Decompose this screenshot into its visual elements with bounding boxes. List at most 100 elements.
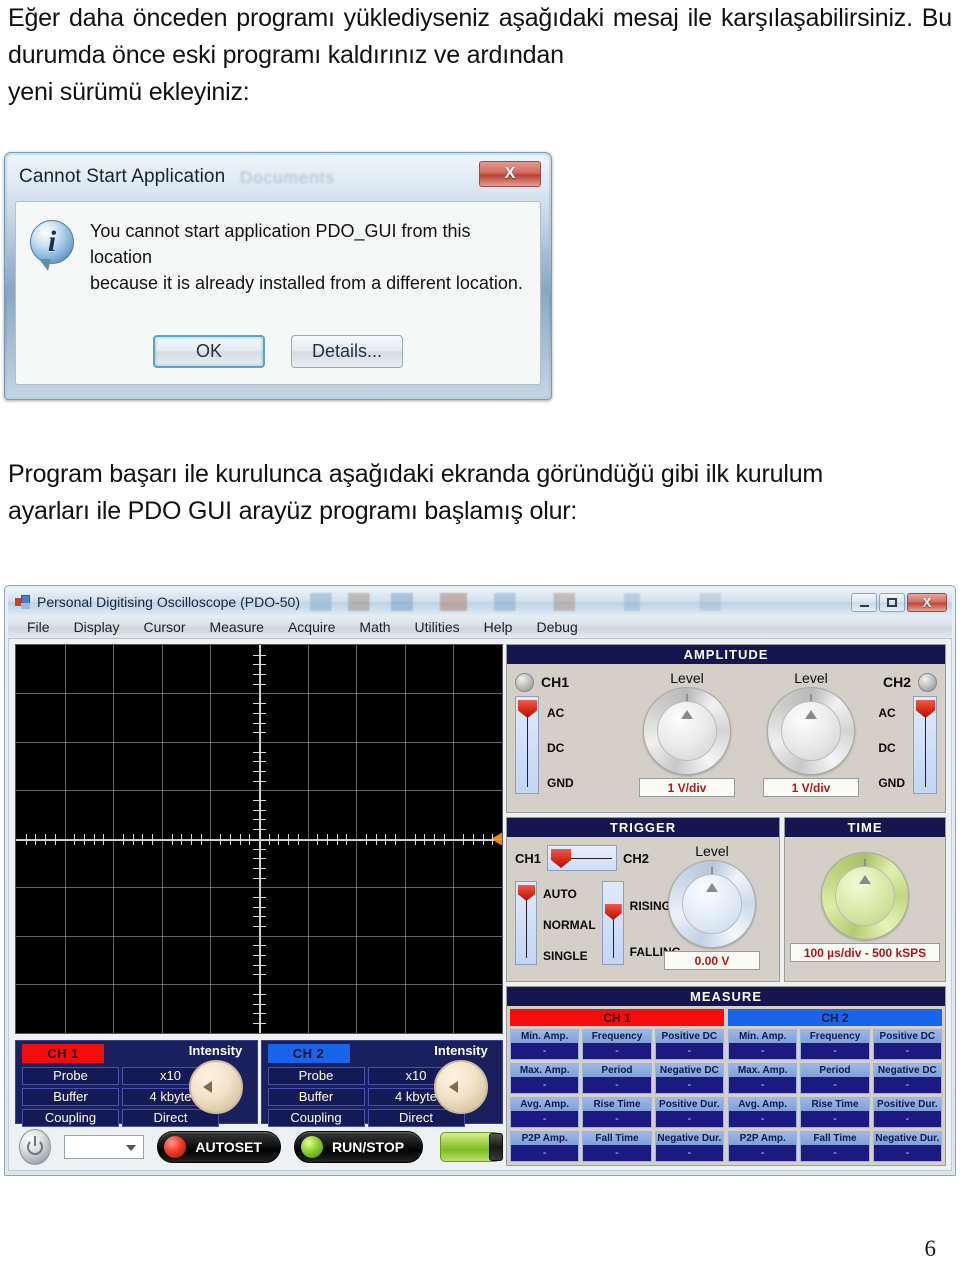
menu-item-math[interactable]: Math [348, 617, 401, 637]
trigger-panel: TRIGGER CH1 CH2 AUTO NORMAL SINGLE RISIN… [506, 817, 780, 982]
axis-tick [253, 761, 266, 763]
measure-cell-label: Avg. Amp. [511, 1098, 579, 1111]
measure-ch2-tag: CH 2 [728, 1009, 942, 1026]
ch1-coupling-slider[interactable] [515, 696, 539, 794]
measure-cell-value: - [511, 1145, 579, 1161]
cannot-start-application-dialog: Cannot Start Application Documents X i Y… [4, 152, 552, 400]
menu-item-display[interactable]: Display [63, 617, 131, 637]
menu-item-acquire[interactable]: Acquire [277, 617, 346, 637]
ch1-intensity-knob[interactable] [188, 1059, 243, 1114]
dialog-titlebar: Cannot Start Application Documents X [15, 161, 541, 197]
axis-tick [253, 809, 266, 811]
trigger-mode-option-auto[interactable]: AUTO [543, 887, 596, 901]
ok-button[interactable]: OK [153, 335, 265, 368]
axis-tick [253, 674, 266, 676]
trigger-mode-slider-thumb[interactable] [518, 885, 535, 901]
ch2-coupling-slider-thumb[interactable] [916, 700, 935, 718]
measure-cell-value: - [583, 1043, 651, 1059]
ch2-coupling-option-gnd[interactable]: GND [878, 776, 905, 790]
ch2-coupling-option-ac[interactable]: AC [878, 706, 905, 720]
details-button[interactable]: Details... [291, 335, 403, 368]
axis-tick [253, 964, 266, 966]
measure-cell: Rise Time - [582, 1097, 652, 1128]
trigger-level-knob[interactable] [668, 860, 756, 948]
measure-cell-value: - [873, 1077, 941, 1093]
ch1-coupling-label: Coupling [22, 1108, 119, 1127]
trigger-mode-option-single[interactable]: SINGLE [543, 949, 596, 963]
paragraph-2-text: Program başarı ile kurulunca aşağıdaki e… [8, 460, 824, 488]
menu-item-cursor[interactable]: Cursor [132, 617, 196, 637]
ch2-level-control: Level 1 V/div [751, 670, 871, 797]
trigger-slope-slider[interactable] [601, 881, 624, 965]
measure-cell: P2P Amp. - [510, 1131, 580, 1162]
trigger-source-slider[interactable] [547, 845, 618, 871]
ch1-probe-label: Probe [22, 1066, 119, 1085]
waveform-display[interactable] [15, 644, 503, 1034]
axis-tick [93, 833, 95, 845]
power-icon[interactable] [19, 1129, 51, 1166]
run-stop-button[interactable]: RUN/STOP [293, 1131, 424, 1164]
menu-item-debug[interactable]: Debug [525, 617, 588, 637]
ch1-coupling-option-dc[interactable]: DC [547, 741, 574, 755]
trigger-mode-slider[interactable] [515, 881, 537, 965]
timebase-knob[interactable] [821, 852, 909, 940]
measure-cell-label: P2P Amp. [511, 1132, 579, 1145]
autoset-led-icon [164, 1136, 187, 1159]
ch1-coupling-option-ac[interactable]: AC [547, 706, 574, 720]
trigger-source-slider-thumb[interactable] [551, 849, 572, 868]
trigger-level-control: Level 0.00 V [653, 843, 771, 970]
axis-tick [249, 833, 251, 845]
ch2-level-knob[interactable] [767, 687, 855, 775]
axis-tick [103, 833, 105, 845]
axis-tick [253, 703, 266, 705]
chevron-down-icon [126, 1145, 137, 1152]
autoset-button[interactable]: AUTOSET [157, 1131, 281, 1164]
trigger-level-readout: 0.00 V [664, 951, 760, 970]
measure-cell-label: Min. Amp. [511, 1030, 579, 1043]
measure-cell: Positive DC - [872, 1029, 942, 1060]
axis-tick [253, 770, 266, 772]
ch1-enable-led-icon[interactable] [515, 672, 534, 692]
dialog-body: i You cannot start application PDO_GUI f… [15, 201, 541, 385]
dialog-message-line-1: You cannot start application PDO_GUI fro… [90, 221, 471, 267]
measure-cell: Rise Time - [800, 1097, 870, 1128]
axis-tick [327, 833, 329, 845]
ch2-intensity-knob[interactable] [434, 1059, 488, 1114]
gridline-horizontal [16, 887, 502, 889]
ch2-coupling-slider[interactable] [913, 696, 937, 794]
measure-ch1-tag: CH 1 [510, 1009, 724, 1026]
device-select[interactable] [63, 1135, 145, 1160]
gridline-horizontal [16, 984, 502, 986]
close-icon[interactable]: X [907, 592, 947, 612]
minimize-icon[interactable] [851, 592, 877, 612]
ch1-coupling-slider-thumb[interactable] [518, 700, 537, 718]
axis-tick [395, 833, 397, 845]
maximize-icon[interactable] [879, 592, 905, 612]
gridline-horizontal [16, 790, 502, 792]
gridline-horizontal [16, 693, 502, 695]
trigger-mode-option-normal[interactable]: NORMAL [543, 918, 596, 932]
trigger-source-selector: CH1 CH2 [515, 845, 649, 871]
ch2-coupling-label: Coupling [267, 1108, 365, 1127]
ch1-level-knob[interactable] [643, 687, 731, 775]
axis-tick [414, 833, 416, 845]
trigger-slope-slider-thumb[interactable] [604, 904, 622, 920]
axis-tick [253, 751, 266, 753]
trigger-panel-title: TRIGGER [507, 818, 779, 837]
menu-item-help[interactable]: Help [473, 617, 524, 637]
menu-item-measure[interactable]: Measure [198, 617, 274, 637]
trigger-panel-body: CH1 CH2 AUTO NORMAL SINGLE RISING FALLIN… [507, 837, 779, 981]
measure-cell: Min. Amp. - [510, 1029, 580, 1060]
measure-cell-value: - [801, 1077, 869, 1093]
axis-tick [253, 1013, 266, 1015]
time-panel-title: TIME [785, 818, 945, 837]
menu-item-utilities[interactable]: Utilities [404, 617, 471, 637]
close-icon[interactable]: X [479, 161, 541, 187]
ch1-coupling-option-gnd[interactable]: GND [547, 776, 574, 790]
dialog-title: Cannot Start Application [19, 166, 226, 187]
measure-cell-label: Period [583, 1064, 651, 1077]
ch2-enable-led-icon[interactable] [918, 672, 937, 692]
menu-item-file[interactable]: File [16, 617, 61, 637]
axis-tick [336, 833, 338, 845]
ch2-coupling-option-dc[interactable]: DC [878, 741, 905, 755]
